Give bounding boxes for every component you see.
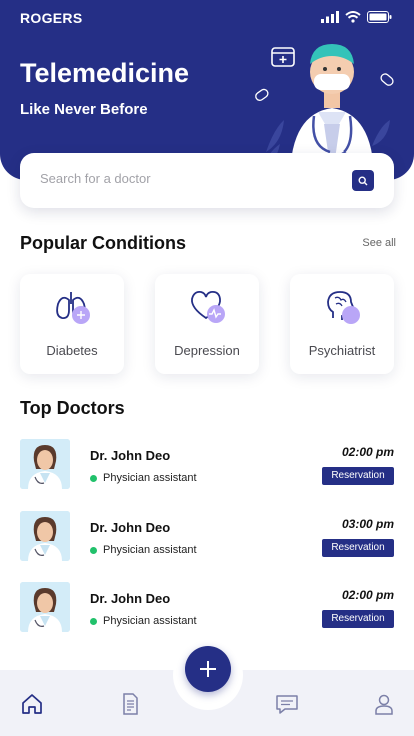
appointment-time: 02:00 pm — [341, 445, 394, 459]
heart-pulse-icon — [191, 290, 225, 323]
doctor-avatar — [20, 439, 70, 489]
condition-label: Diabetes — [46, 343, 98, 358]
battery-icon — [367, 11, 392, 23]
home-icon[interactable] — [20, 692, 44, 716]
see-all-link[interactable]: See all — [362, 237, 396, 249]
search-input[interactable] — [40, 171, 340, 186]
wifi-icon — [345, 11, 361, 23]
condition-card-psychiatrist[interactable]: Psychiatrist — [290, 274, 394, 374]
doctor-row[interactable]: Dr. John Deo Physician assistant 02:00 p… — [20, 582, 394, 634]
doctor-name: Dr. John Deo — [90, 520, 171, 535]
condition-card-diabetes[interactable]: Diabetes — [20, 274, 124, 374]
signal-icon — [321, 11, 339, 23]
doctor-role: Physician assistant — [103, 472, 197, 484]
search-button[interactable] — [352, 170, 374, 191]
condition-label: Depression — [174, 343, 240, 358]
chat-icon[interactable] — [275, 692, 299, 716]
hero-subtitle: Like Never Before — [20, 101, 148, 118]
search-bar — [20, 153, 394, 208]
brain-icon — [327, 291, 360, 324]
search-icon — [358, 175, 368, 185]
add-icon — [200, 661, 216, 677]
lungs-icon — [56, 292, 90, 324]
popular-conditions-title: Popular Conditions — [20, 233, 186, 253]
carrier-label: ROGERS — [20, 10, 83, 26]
reservation-button[interactable]: Reservation — [322, 610, 394, 628]
online-status-dot — [90, 547, 97, 554]
appointment-time: 02:00 pm — [341, 588, 394, 602]
doctor-name: Dr. John Deo — [90, 448, 171, 463]
status-icons — [321, 11, 392, 23]
online-status-dot — [90, 475, 97, 482]
reservation-button[interactable]: Reservation — [322, 467, 394, 485]
reservation-button[interactable]: Reservation — [322, 539, 394, 557]
condition-card-depression[interactable]: Depression — [155, 274, 259, 374]
add-button[interactable] — [185, 646, 231, 692]
online-status-dot — [90, 618, 97, 625]
doctor-row[interactable]: Dr. John Deo Physician assistant 02:00 p… — [20, 439, 394, 491]
top-doctors-title: Top Doctors — [20, 398, 125, 418]
condition-label: Psychiatrist — [308, 343, 376, 358]
doctor-role: Physician assistant — [103, 615, 197, 627]
doctor-row[interactable]: Dr. John Deo Physician assistant 03:00 p… — [20, 511, 394, 563]
doctor-name: Dr. John Deo — [90, 591, 171, 606]
appointment-time: 03:00 pm — [341, 517, 394, 531]
hero-title: Telemedicine — [20, 58, 190, 88]
document-icon[interactable] — [118, 692, 142, 716]
doctor-role: Physician assistant — [103, 544, 197, 556]
doctor-avatar — [20, 582, 70, 632]
profile-icon[interactable] — [372, 692, 396, 716]
doctor-avatar — [20, 511, 70, 561]
